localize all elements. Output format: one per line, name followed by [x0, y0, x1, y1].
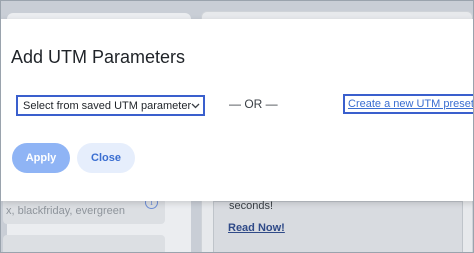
apply-button[interactable]: Apply — [12, 143, 70, 173]
background-preview-text: seconds! — [229, 200, 274, 212]
chevron-down-icon — [191, 100, 200, 112]
read-now-link[interactable]: Read Now! — [228, 222, 285, 234]
create-utm-preset-link[interactable]: Create a new UTM preset — [343, 94, 473, 114]
screenshot-frame: x, blackfriday, evergreen i seconds! Rea… — [0, 0, 474, 253]
background-input-field[interactable] — [3, 235, 165, 252]
utm-parameters-modal: Add UTM Parameters Select from saved UTM… — [1, 19, 473, 201]
or-divider: — OR — — [229, 97, 278, 111]
select-selected-value: Select from saved UTM parameter — [23, 99, 192, 112]
background-tags-input[interactable]: x, blackfriday, evergreen — [3, 198, 165, 224]
saved-utm-parameter-select[interactable]: Select from saved UTM parameter — [16, 95, 205, 116]
modal-title: Add UTM Parameters — [11, 47, 186, 67]
close-button[interactable]: Close — [77, 143, 135, 173]
